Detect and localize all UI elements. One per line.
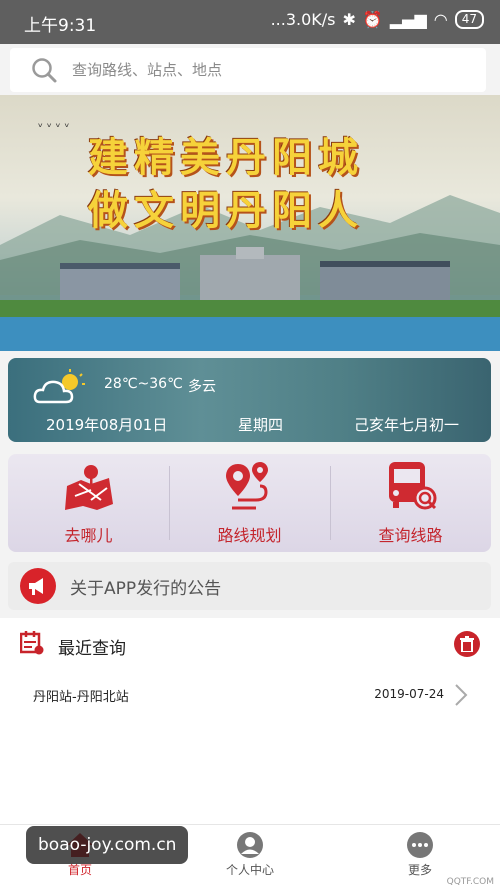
line-query-label: 查询线路 [378, 526, 443, 545]
recent-item-route: 丹阳站-丹阳北站 [33, 690, 129, 705]
announcement-bar[interactable]: 关于APP发行的公告 [8, 562, 491, 610]
route-planning-label: 路线规划 [217, 526, 282, 545]
weather-lunar-date: 己亥年七月初一 [353, 416, 459, 434]
banner-slogan-line2: 做文明丹阳人 [88, 188, 364, 234]
wifi-icon: ◠ [433, 10, 448, 29]
megaphone-icon [20, 568, 56, 604]
where-to-label: 去哪儿 [64, 526, 113, 545]
alarm-icon: ⏰ [362, 10, 383, 29]
route-icon [225, 462, 268, 510]
nav-more-label: 更多 [407, 863, 432, 877]
calendar-icon [20, 631, 44, 655]
status-icons: ...3.0K/s ✱ ⏰ ▂▄▆ ◠ 47 [271, 10, 484, 29]
promo-banner[interactable]: ᵛ ᵛ ᵛ ᵛ 建精美丹阳城 做文明丹阳人 [0, 95, 500, 351]
recent-item-date: 2019-07-24 [374, 687, 444, 701]
chevron-right-icon [455, 684, 468, 706]
route-planning-button[interactable]: 路线规划 [169, 454, 330, 552]
network-speed: ...3.0K/s [270, 10, 336, 29]
corner-watermark: QQTF.COM [446, 877, 494, 887]
recent-item[interactable]: 丹阳站-丹阳北站 2019-07-24 [0, 678, 500, 712]
more-icon [407, 832, 433, 858]
weather-condition: 多云 [188, 379, 216, 395]
weather-temperature: 28℃~36℃ [104, 376, 183, 392]
search-bar[interactable] [10, 48, 486, 92]
bus-search-icon [388, 462, 436, 510]
announcement-text: 关于APP发行的公告 [70, 578, 222, 599]
search-icon [32, 58, 57, 83]
weather-date: 2019年08月01日 [46, 416, 168, 434]
search-input[interactable] [70, 60, 454, 80]
where-to-button[interactable]: 去哪儿 [8, 454, 169, 552]
weather-card: 28℃~36℃ 多云 2019年08月01日 星期四 己亥年七月初一 [8, 358, 491, 442]
battery-icon: 47 [454, 10, 484, 29]
quick-actions: 去哪儿 路线规划 查询线路 [8, 454, 491, 552]
recent-title: 最近查询 [58, 639, 126, 659]
trash-icon [460, 636, 474, 652]
nav-profile[interactable]: 个人中心 [210, 831, 290, 878]
cloudy-sun-icon [33, 369, 85, 404]
watermark: boao-joy.com.cn [26, 826, 189, 864]
svg-text:ᵛ ᵛ ᵛ ᵛ: ᵛ ᵛ ᵛ ᵛ [38, 120, 69, 134]
user-icon [237, 832, 263, 858]
status-time: 上午9:31 [24, 16, 97, 36]
recent-queries: 最近查询 丹阳站-丹阳北站 2019-07-24 [0, 618, 500, 824]
signal-icon: ▂▄▆ [389, 10, 427, 29]
status-bar: 上午9:31 ...3.0K/s ✱ ⏰ ▂▄▆ ◠ 47 [0, 0, 500, 44]
nav-more[interactable]: 更多 [380, 831, 460, 878]
bluetooth-icon: ✱ [342, 10, 356, 29]
banner-slogan-line1: 建精美丹阳城 [88, 135, 364, 181]
clear-history-button[interactable] [454, 631, 480, 657]
map-pin-icon [64, 465, 113, 510]
line-query-button[interactable]: 查询线路 [330, 454, 491, 552]
weather-weekday: 星期四 [238, 416, 284, 434]
nav-profile-label: 个人中心 [225, 863, 274, 877]
recent-header: 最近查询 [0, 618, 500, 670]
